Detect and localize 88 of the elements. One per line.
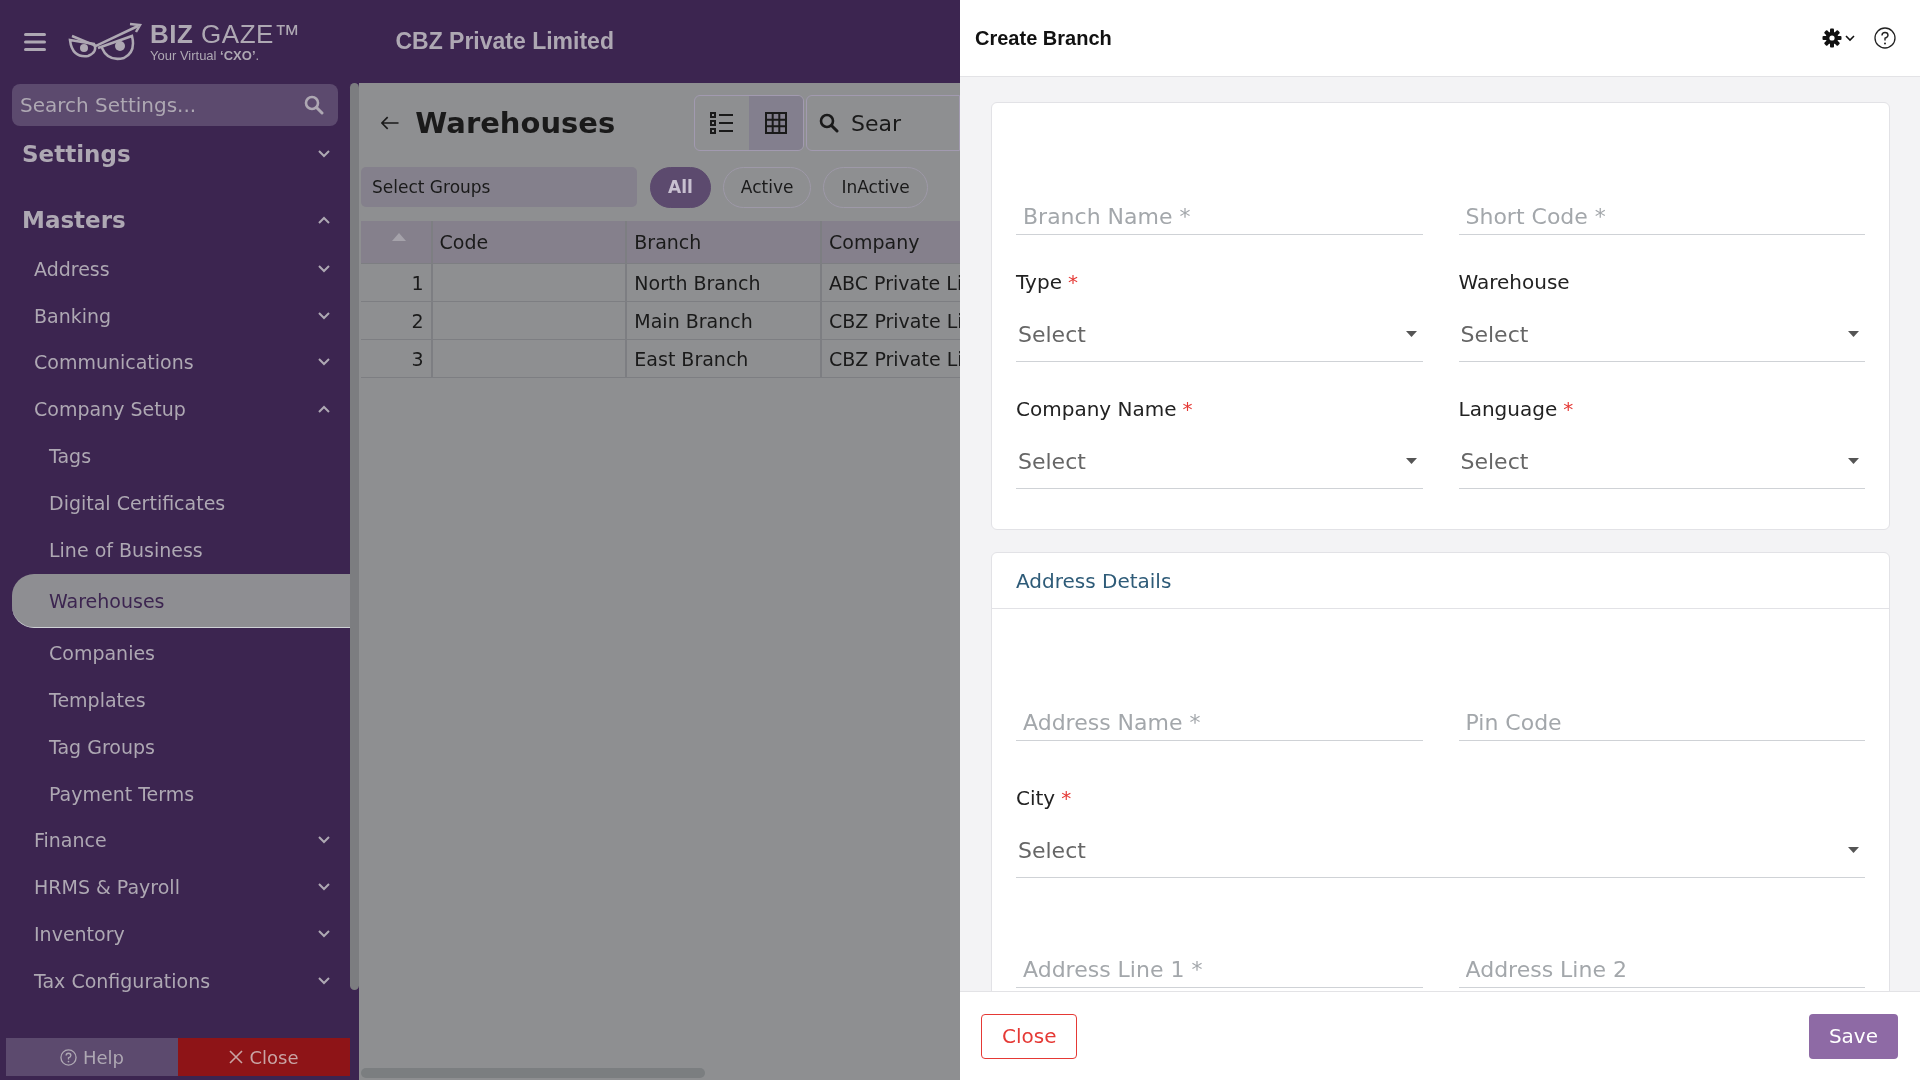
dropdown-caret-icon [1848, 458, 1859, 464]
chevron-icon [318, 150, 330, 158]
sidebar-item[interactable]: Communications [0, 340, 350, 385]
field-label: Language * [1458, 396, 1575, 422]
sidebar-item[interactable]: Companies [0, 631, 350, 676]
back-arrow-icon[interactable] [381, 115, 400, 131]
sidebar-item[interactable]: Company Setup [0, 387, 350, 432]
chevron-icon [318, 405, 330, 414]
sidebar-item[interactable]: Templates [0, 677, 350, 722]
help-icon[interactable] [1874, 27, 1896, 49]
sidebar-item[interactable]: Digital Certificates [0, 480, 350, 525]
sidebar-item[interactable]: Settings [0, 130, 350, 178]
sidebar-item[interactable]: Tag Groups [0, 724, 350, 769]
column-header[interactable]: Code [432, 221, 628, 263]
chevron-icon [318, 264, 330, 273]
company-title: CBZ Private Limited [395, 28, 614, 55]
table-cell-text: CBZ Private Li [828, 346, 960, 372]
table-cell: Main Branch [627, 302, 823, 339]
row-number: 2 [361, 302, 433, 339]
sidebar-item[interactable]: Payment Terms [0, 771, 350, 816]
help-icon [59, 1048, 77, 1066]
scrollbar[interactable] [350, 83, 359, 990]
sidebar-item[interactable]: Masters [0, 196, 350, 244]
dropdown-caret-icon [1848, 331, 1859, 337]
input-field[interactable]: Address Name * [1016, 675, 1423, 741]
sidebar-item[interactable]: Address [0, 246, 350, 291]
dialog-title: Create Branch [975, 26, 1113, 50]
table-cell-text: CBZ Private Li [828, 308, 960, 334]
search-field[interactable]: Sear [806, 95, 960, 151]
input-field[interactable]: Pin Code [1458, 675, 1865, 741]
field-label: City * [1016, 785, 1073, 811]
chevron-icon [318, 883, 330, 892]
table-cell: East Branch [627, 340, 823, 377]
field-label: Type * [1016, 269, 1079, 295]
sidebar-item[interactable]: Tax Configurations [0, 958, 350, 1003]
select-field[interactable]: Select [1016, 823, 1865, 878]
sidebar-item[interactable]: Warehouses [12, 574, 350, 629]
sidebar-item[interactable]: HRMS & Payroll [0, 865, 350, 910]
column-header[interactable]: Branch [627, 221, 823, 263]
page-title: Warehouses [415, 106, 617, 140]
chevron-icon [318, 929, 330, 938]
chevron-icon [318, 976, 330, 985]
list-icon [710, 112, 734, 134]
select-field[interactable]: Select [1458, 434, 1865, 489]
grid-view-button[interactable] [749, 96, 803, 150]
select-field[interactable]: Select [1016, 434, 1423, 489]
grid-icon [765, 112, 787, 134]
sidebar-item[interactable]: Banking [0, 293, 350, 338]
search-icon[interactable] [304, 95, 324, 115]
filter-chip[interactable]: All [650, 166, 711, 208]
eyes-logo-icon [68, 21, 144, 62]
sidebar-item[interactable]: Finance [0, 818, 350, 863]
select-field[interactable]: Select [1016, 307, 1423, 362]
dropdown-caret-icon [1848, 847, 1859, 853]
input-field[interactable]: Short Code * [1458, 169, 1865, 235]
input-field[interactable]: Branch Name * [1016, 169, 1423, 235]
search-icon [819, 113, 839, 133]
column-header[interactable]: Company [822, 221, 960, 263]
sidebar-item[interactable]: Inventory [0, 911, 350, 956]
row-number: 3 [361, 340, 433, 377]
chevron-icon [318, 358, 330, 367]
table-cell: North Branch [627, 264, 823, 301]
dropdown-caret-icon [1405, 331, 1417, 337]
chevron-icon [318, 836, 330, 845]
field-label: Company Name * [1016, 396, 1194, 422]
row-number: 1 [361, 264, 433, 301]
help-button[interactable]: Help [6, 1038, 178, 1076]
chevron-icon [318, 311, 330, 320]
sidebar-item[interactable]: Line of Business [0, 527, 350, 572]
select-field[interactable]: Select [1458, 307, 1865, 362]
close-icon [229, 1050, 244, 1064]
logo-tagline: Your Virtual ‘CXO’. [150, 49, 261, 62]
sidebar-item[interactable]: Tags [0, 434, 350, 478]
search-field[interactable]: Search Settings... [12, 84, 338, 126]
logo-name: BIZ GAZE™ [150, 21, 301, 47]
section-title: Address Details [992, 553, 1889, 609]
select-groups-field[interactable]: Select Groups [361, 167, 637, 207]
table-cell-text: ABC Private Li [828, 270, 960, 296]
close-button[interactable]: Close [981, 1013, 1078, 1059]
input-field[interactable]: Address Line 1 * [1016, 922, 1423, 988]
close-button[interactable]: Close [178, 1038, 350, 1076]
chevron-icon [318, 216, 330, 224]
input-field[interactable]: Address Line 2 [1458, 922, 1865, 988]
menu-icon[interactable] [24, 32, 46, 51]
save-button[interactable]: Save [1808, 1013, 1898, 1059]
settings-icon[interactable] [1822, 28, 1856, 48]
field-label: Warehouse [1458, 269, 1571, 295]
dropdown-caret-icon [1405, 458, 1417, 464]
